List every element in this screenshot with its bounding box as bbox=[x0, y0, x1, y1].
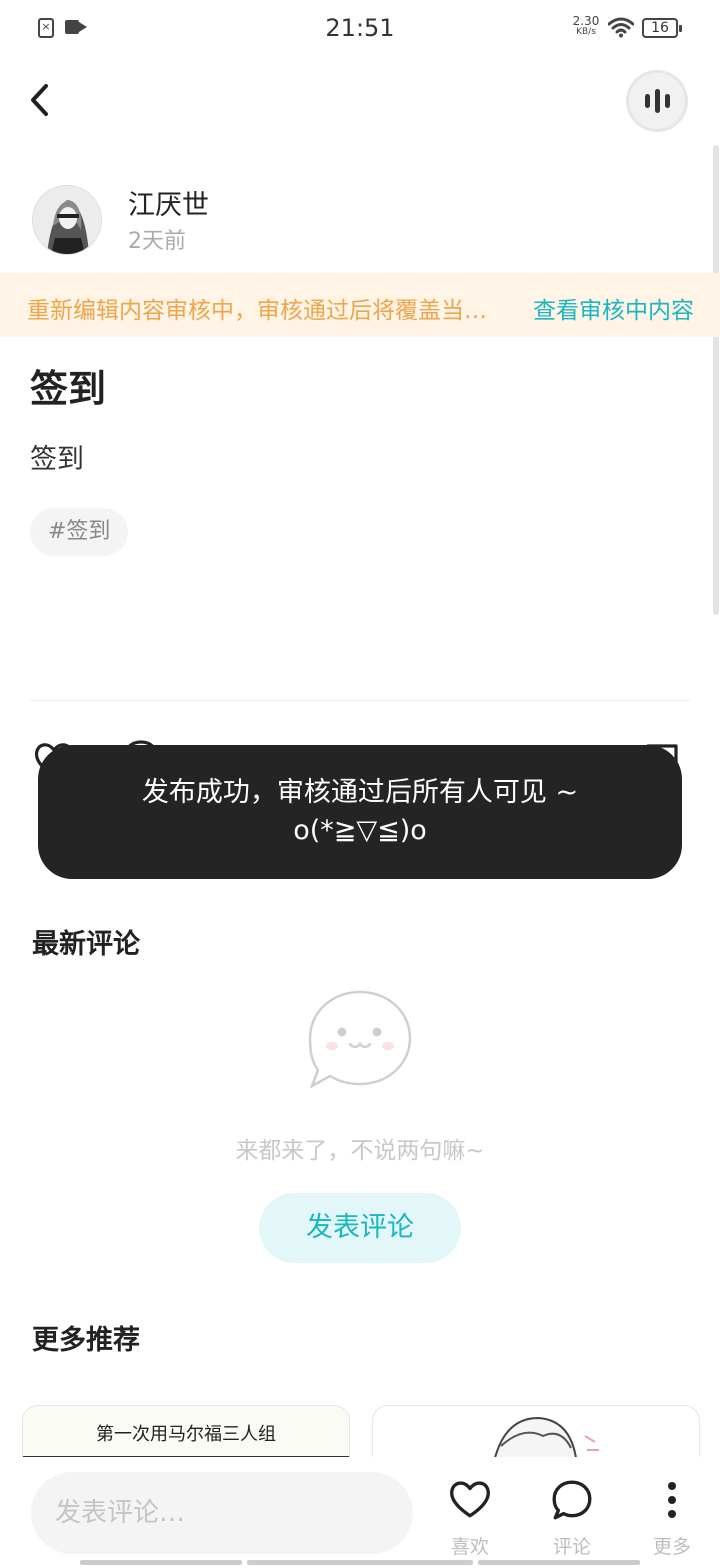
wifi-icon bbox=[608, 17, 634, 38]
empty-comment-face-icon bbox=[308, 990, 412, 1089]
toast-message: 发布成功，审核通过后所有人可见 ~ o(*≧▽≦)o bbox=[38, 745, 682, 879]
comment-input[interactable] bbox=[31, 1472, 413, 1554]
avatar-illustration bbox=[33, 186, 101, 254]
post-body: 签到 bbox=[30, 444, 84, 475]
audio-play-button[interactable] bbox=[626, 70, 688, 132]
network-speed-unit: KB/s bbox=[576, 27, 596, 37]
toast-line-2: o(*≧▽≦)o bbox=[293, 815, 427, 846]
heart-icon bbox=[450, 1481, 490, 1518]
post-title: 签到 bbox=[30, 367, 107, 411]
more-recommend-title: 更多推荐 bbox=[32, 1325, 140, 1356]
author-name[interactable]: 江厌世 bbox=[128, 183, 209, 222]
author-avatar[interactable] bbox=[32, 185, 102, 255]
review-notice-banner: 重新编辑内容审核中，审核通过后将覆盖当… 查看审核中内容 bbox=[0, 273, 720, 337]
toast-line-1: 发布成功，审核通过后所有人可见 ~ bbox=[141, 777, 579, 808]
gesture-bar bbox=[80, 1560, 242, 1565]
back-arrow-icon[interactable] bbox=[22, 80, 58, 120]
review-notice-text: 重新编辑内容审核中，审核通过后将覆盖当… bbox=[27, 298, 487, 324]
latest-comments-title: 最新评论 bbox=[32, 929, 140, 960]
battery-icon: 16 bbox=[642, 18, 682, 38]
scrollbar[interactable] bbox=[713, 145, 719, 615]
battery-level: 16 bbox=[651, 20, 669, 36]
view-review-content-link[interactable]: 查看审核中内容 bbox=[533, 291, 694, 325]
recommend-card-caption: 第一次用马尔福三人组 bbox=[96, 1424, 276, 1445]
comment-tab-button[interactable]: 评论 bbox=[532, 1476, 612, 1560]
comment-icon bbox=[552, 1480, 592, 1520]
like-tab-button[interactable]: 喜欢 bbox=[430, 1476, 510, 1560]
comment-label: 评论 bbox=[552, 1536, 591, 1558]
audio-bars-icon bbox=[644, 89, 670, 113]
more-tab-button[interactable]: 更多 bbox=[632, 1476, 712, 1560]
like-label: 喜欢 bbox=[450, 1536, 489, 1558]
gesture-bar bbox=[478, 1560, 640, 1565]
status-bar: × 21:51 2.30 KB/s 16 bbox=[0, 0, 720, 56]
post-comment-button[interactable]: 发表评论 bbox=[259, 1193, 461, 1263]
divider bbox=[30, 700, 690, 701]
network-speed-value: 2.30 bbox=[572, 14, 600, 28]
empty-comments-text: 来都来了，不说两句嘛~ bbox=[235, 1138, 485, 1164]
post-time: 2天前 bbox=[128, 229, 186, 254]
network-speed: 2.30 KB/s bbox=[570, 14, 602, 38]
post-tag[interactable]: #签到 bbox=[30, 508, 129, 556]
more-dots-icon bbox=[668, 1482, 676, 1518]
more-label: 更多 bbox=[652, 1536, 691, 1558]
gesture-bar bbox=[247, 1560, 473, 1565]
